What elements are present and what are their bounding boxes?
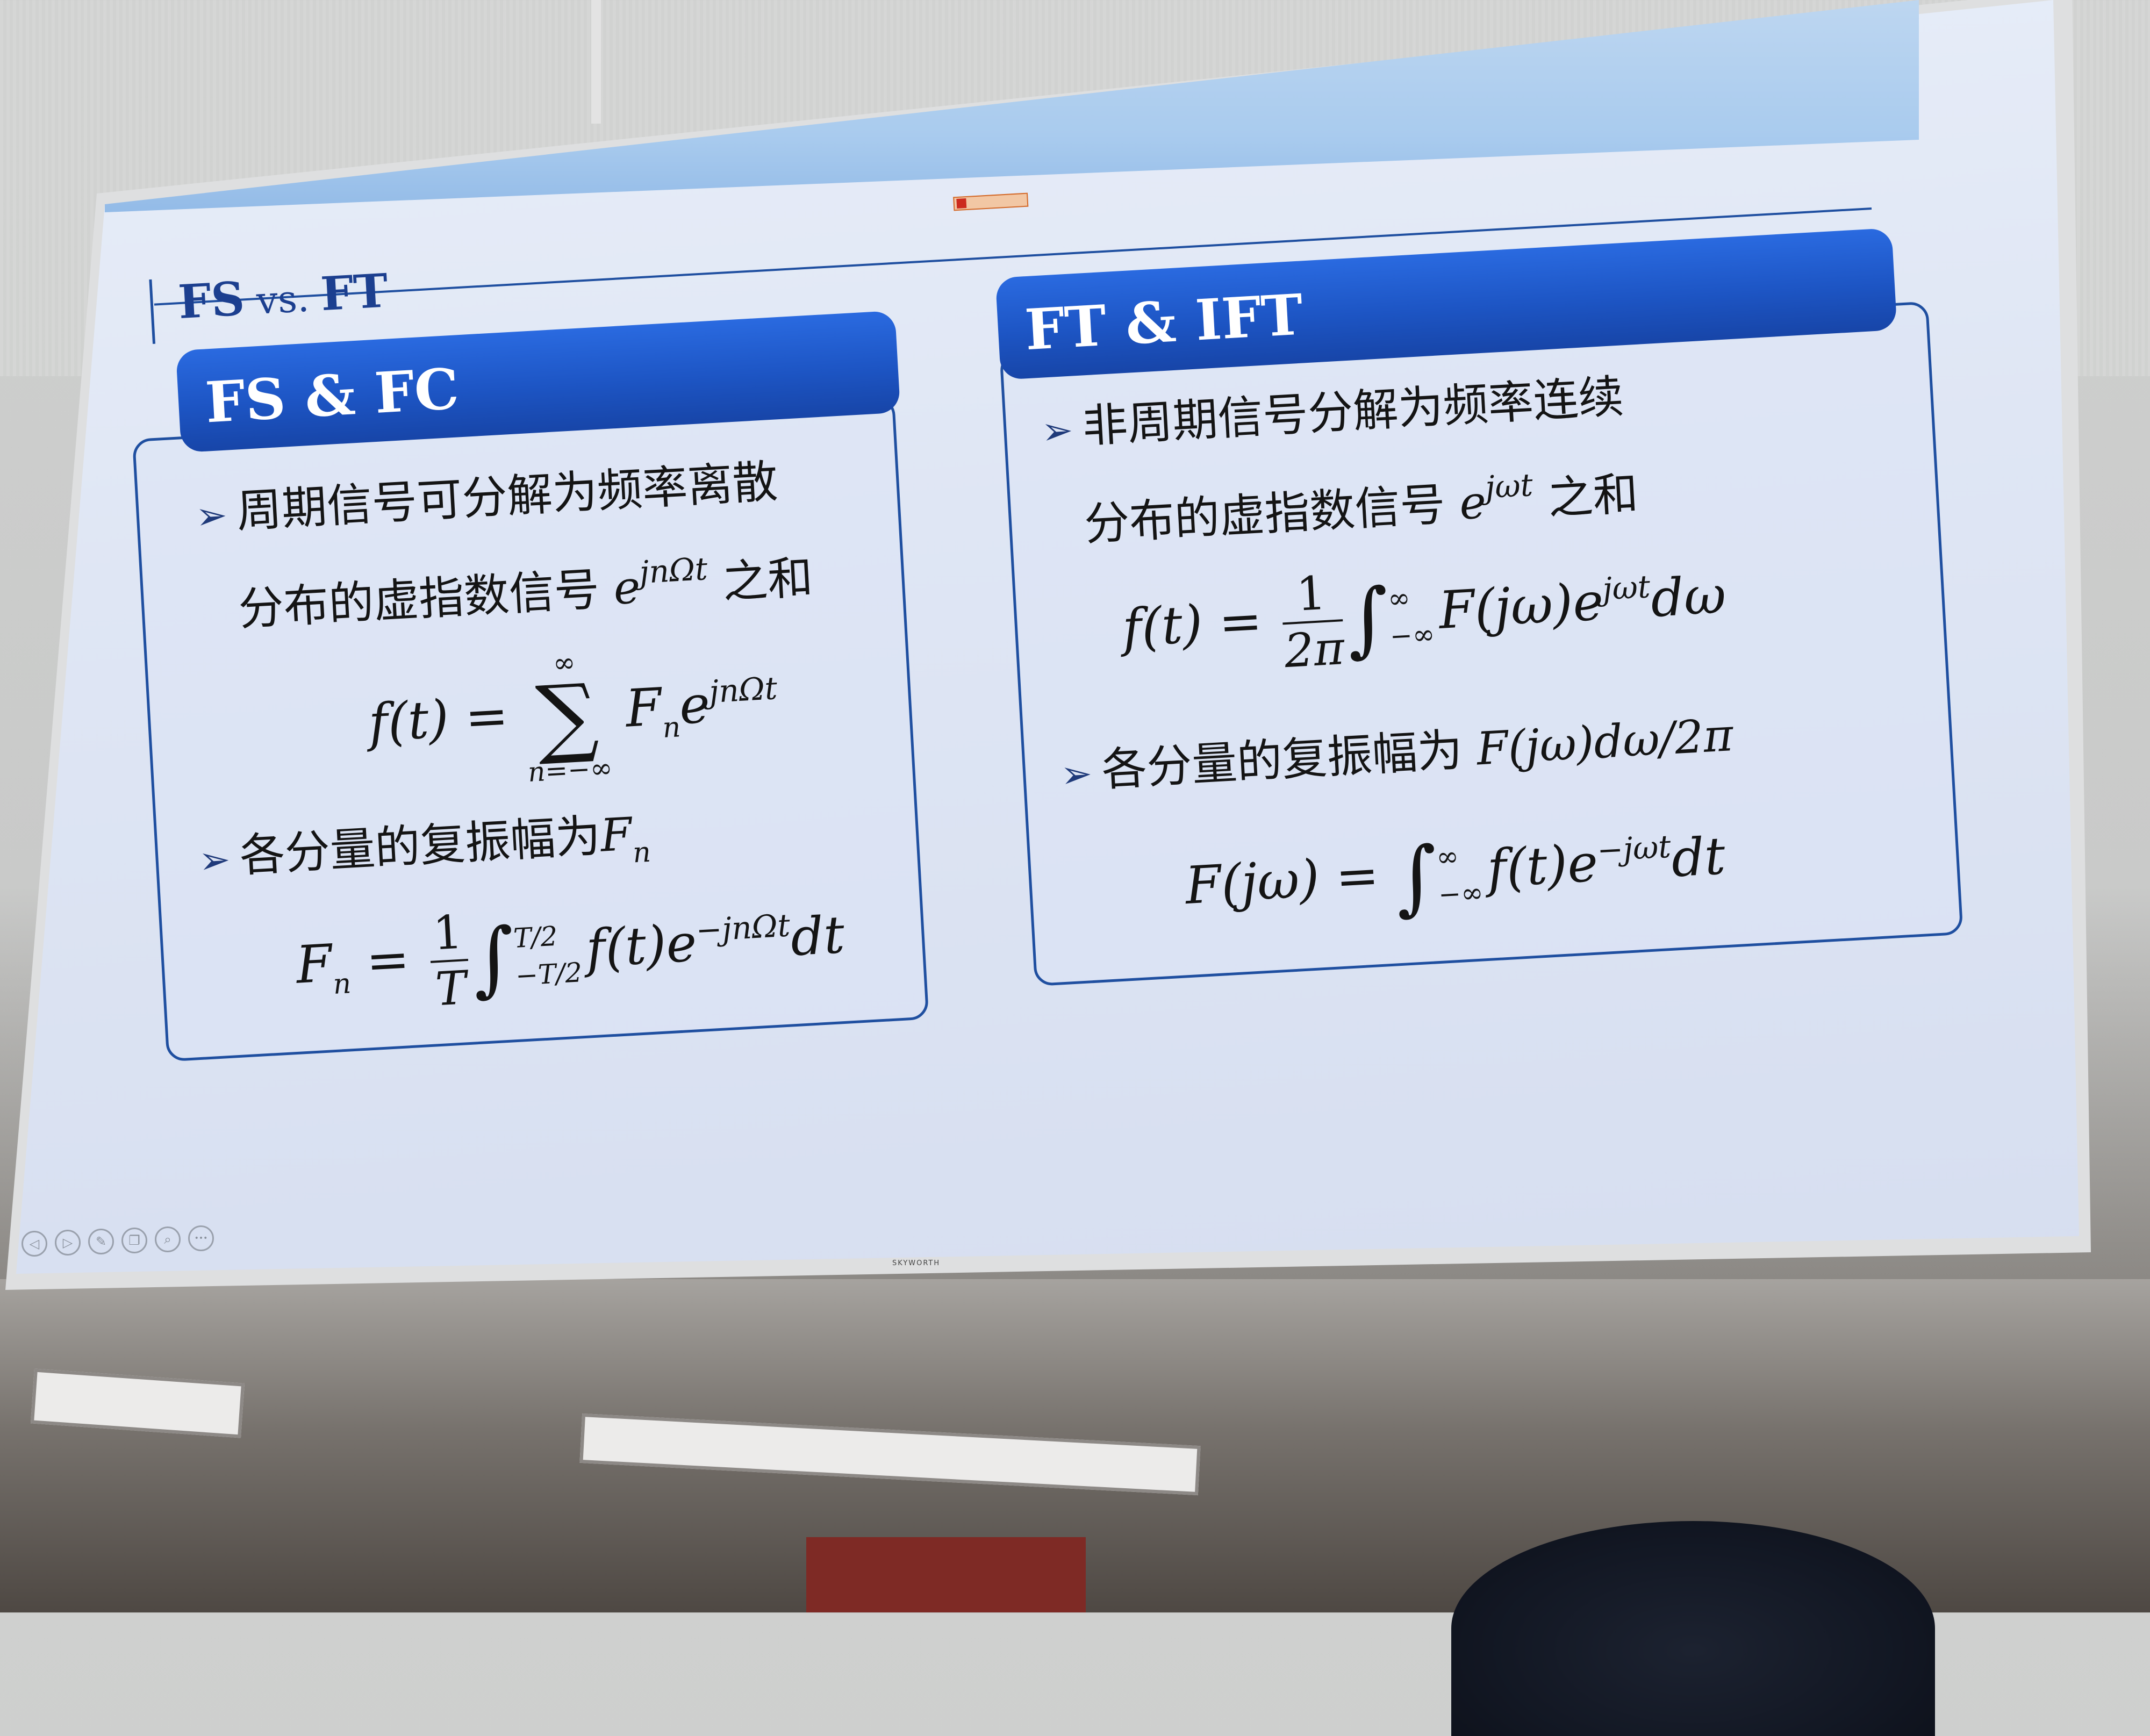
left-formula-fn-lhs-sub: n — [332, 967, 352, 1001]
integral-sign-icon: ∫ — [470, 910, 518, 1007]
left-formula-fs-exp-sup: jnΩt — [708, 670, 778, 711]
integral-limits: ∞ −∞ — [1387, 578, 1436, 655]
exp-base: e — [1458, 475, 1488, 530]
slide: FS vs. FT FS & FC ➢ 周期信号可分解为频率离散 分布的虚指数信号… — [0, 0, 2150, 1671]
integral-lower: −∞ — [1437, 877, 1485, 910]
bullet-arrow-icon: ➢ — [1040, 407, 1074, 454]
integral-limits: T/2 −T/2 — [512, 916, 583, 995]
integral-sign-icon: ∫ — [1344, 571, 1392, 667]
left-bullet-2-sub: n — [632, 836, 652, 870]
integral-sign-icon: ∫ — [1393, 829, 1440, 926]
bullet-arrow-icon: ➢ — [1059, 751, 1094, 797]
left-formula-fn-fraction: 1 T — [427, 905, 471, 1017]
right-bullet-1-line1: 非周期信号分解为频率连续 — [1081, 370, 1625, 453]
pen-icon[interactable]: ✎ — [88, 1229, 114, 1254]
bullet-arrow-icon: ➢ — [194, 492, 228, 539]
right-formula-ift-sup: jωt — [1601, 568, 1651, 607]
more-options-icon[interactable]: ••• — [188, 1225, 214, 1251]
left-formula-fn-lhs: F — [294, 933, 334, 995]
exp-sup: jωt — [1484, 467, 1534, 506]
integral-upper: T/2 — [512, 920, 558, 955]
right-formula-ft-lhs: F(jω) = — [1184, 845, 1381, 916]
slide-title: FS vs. FT — [177, 263, 389, 329]
zoom-icon[interactable]: ⌕ — [155, 1226, 181, 1252]
left-formula-fn-dt: dt — [789, 904, 847, 968]
left-bullet-1-line1: 周期信号可分解为频率离散 — [235, 455, 779, 538]
slide-logo — [953, 192, 1029, 211]
left-formula-fn-body: f(t)e — [584, 913, 699, 979]
bullet-arrow-icon: ➢ — [197, 837, 232, 883]
fraction-denominator: T — [434, 961, 468, 1017]
prev-slide-icon[interactable]: ◁ — [22, 1231, 47, 1257]
left-bullet-1-line2: 分布的虚指数信号 — [237, 563, 601, 636]
title-vs: vs. — [243, 275, 322, 324]
title-ft: FT — [319, 263, 390, 322]
left-bullet-1-tail: 之和 — [721, 551, 814, 609]
left-formula-fn-eq: = — [364, 929, 411, 992]
logo-mark-icon — [956, 198, 967, 209]
left-bullet-2-text: 各分量的复振幅为 — [238, 809, 602, 883]
right-formula-ft-body: f(t)e — [1486, 833, 1600, 899]
title-vertical-rule — [149, 279, 156, 344]
left-bullet-2-var: F — [599, 807, 634, 862]
right-formula-ift-d: dω — [1649, 564, 1728, 629]
left-formula-fs: f(t) = ∞ ∑ n=−∞ FnejnΩt — [365, 635, 782, 797]
right-bullet-2-text: 各分量的复振幅为 — [1100, 723, 1464, 797]
right-bullet-2-math: F(jω)dω/2π — [1475, 708, 1735, 776]
sigma-glyph: ∑ — [533, 664, 601, 768]
left-formula-fs-term-sub: n — [662, 711, 682, 745]
right-formula-ift-fraction: 1 2π — [1280, 565, 1346, 679]
right-formula-ift-body: F(jω)e — [1437, 571, 1605, 641]
left-bullet-1-exp: ejnΩt — [612, 550, 710, 615]
left-formula-fs-exp-base: e — [677, 674, 712, 736]
fraction-denominator: 2π — [1282, 621, 1346, 679]
left-heading: FS & FC — [203, 355, 461, 436]
integral-lower: −∞ — [1389, 618, 1436, 652]
integral-limits: ∞ −∞ — [1435, 836, 1485, 913]
slides-overview-icon[interactable]: ❐ — [121, 1228, 147, 1253]
left-formula-fs-lhs: f(t) = — [367, 685, 510, 754]
fraction-numerator: 1 — [1280, 565, 1343, 625]
right-formula-ft-sup: −jωt — [1596, 828, 1672, 869]
left-formula-fn-sup: −jnΩt — [694, 907, 791, 949]
title-fs: FS — [177, 271, 246, 330]
integral-lower: −T/2 — [514, 957, 583, 992]
exp-sup: jnΩt — [638, 550, 709, 591]
fraction-numerator: 1 — [427, 905, 469, 963]
integral-upper: ∞ — [1435, 840, 1460, 873]
right-formula-ft-dt: dt — [1669, 826, 1727, 889]
integral-upper: ∞ — [1387, 582, 1411, 615]
right-bullet-1-tail: 之和 — [1546, 467, 1640, 525]
right-bullet-1-line2: 分布的虚指数信号 — [1083, 478, 1447, 551]
right-heading: FT & IFT — [1023, 281, 1305, 363]
exp-base: e — [612, 561, 642, 615]
right-formula-ift-lhs: f(t) = — [1121, 590, 1264, 658]
sigma-lower: n=−∞ — [527, 752, 614, 788]
next-slide-icon[interactable]: ▷ — [55, 1230, 81, 1256]
left-formula-fs-term: F — [624, 677, 663, 739]
sigma-symbol: ∞ ∑ n=−∞ — [521, 644, 614, 788]
right-bullet-1-exp: ejωt — [1458, 467, 1535, 530]
